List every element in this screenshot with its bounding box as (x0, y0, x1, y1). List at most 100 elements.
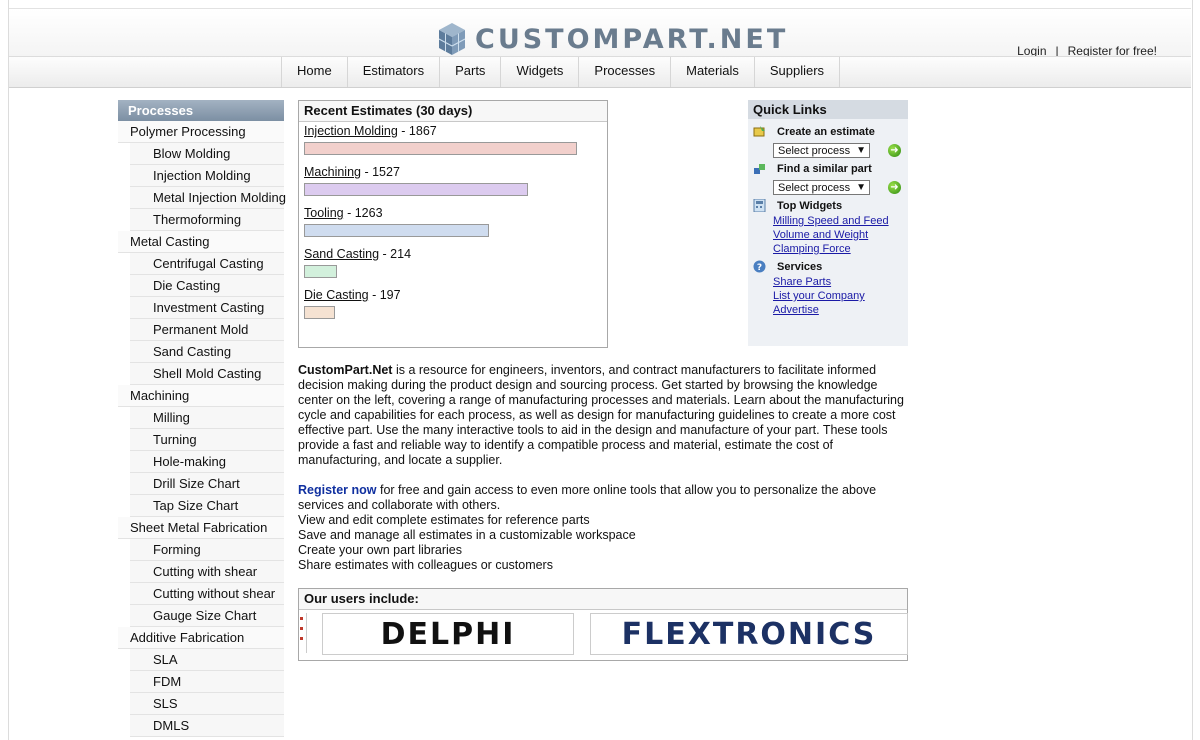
benefit-item: View and edit complete estimates for ref… (298, 513, 590, 527)
sidebar-item-sheet-metal-fabrication[interactable]: Sheet Metal Fabrication (118, 517, 284, 539)
service-link-share[interactable]: Share Parts (773, 276, 831, 288)
delphi-logo[interactable]: DELPHI (322, 613, 574, 655)
recent-estimates-title: Recent Estimates (30 days) (299, 101, 607, 122)
create-estimate-icon (753, 126, 765, 137)
intro-paragraph: CustomPart.Net is a resource for enginee… (298, 363, 908, 468)
estimate-link[interactable]: Tooling (304, 206, 344, 220)
estimate-row: Die Casting - 197 (304, 288, 401, 302)
service-link-advertise[interactable]: Advertise (773, 304, 819, 316)
estimate-count: 214 (390, 247, 412, 261)
users-include-title: Our users include: (299, 589, 907, 610)
estimate-link[interactable]: Die Casting (304, 288, 369, 302)
nav-bar: Home Estimators Parts Widgets Processes Mater… (9, 56, 1191, 88)
nav-item-parts[interactable]: Parts (440, 57, 502, 87)
intro-section: CustomPart.Net is a resource for enginee… (298, 363, 908, 573)
site-header: CUSTOMPART.NET Login | Register for free! (9, 8, 1191, 59)
estimate-bar (304, 306, 335, 319)
sidebar-item-gauge-size-chart[interactable]: Gauge Size Chart (130, 605, 284, 627)
register-text: for free and gain access to even more on… (298, 483, 877, 512)
intro-text: is a resource for engineers, inventors, … (298, 363, 904, 467)
top-widgets-label: Top Widgets (777, 199, 843, 212)
delphi-logo-text: DELPHI (380, 616, 516, 652)
sidebar-item-metal-casting[interactable]: Metal Casting (118, 231, 284, 253)
flextronics-logo-text: FLEXTRONICS (621, 616, 877, 652)
sidebar-item-cutting-without-shear[interactable]: Cutting without shear (130, 583, 284, 605)
sidebar-item-investment-casting[interactable]: Investment Casting (130, 297, 284, 319)
estimate-row: Sand Casting - 214 (304, 247, 412, 261)
sidebar-item-shell-mold-casting[interactable]: Shell Mold Casting (130, 363, 284, 385)
sidebar-item-turning[interactable]: Turning (130, 429, 284, 451)
sidebar-item-machining[interactable]: Machining (118, 385, 284, 407)
nav-item-processes[interactable]: Processes (579, 57, 672, 87)
estimate-row: Tooling - 1263 (304, 206, 383, 220)
sidebar-item-polymer-processing[interactable]: Polymer Processing (118, 121, 284, 143)
estimate-link[interactable]: Machining (304, 165, 361, 179)
estimate-count: 197 (379, 288, 401, 302)
sidebar-item-sls[interactable]: SLS (130, 693, 284, 715)
sidebar-item-die-casting[interactable]: Die Casting (130, 275, 284, 297)
create-estimate-go-icon[interactable]: ➜ (888, 144, 901, 157)
site-logo[interactable]: CUSTOMPART.NET (437, 19, 788, 59)
sidebar-item-fdm[interactable]: FDM (130, 671, 284, 693)
sidebar-item-dmls[interactable]: DMLS (130, 715, 284, 737)
sidebar-item-injection-molding[interactable]: Injection Molding (130, 165, 284, 187)
estimate-count: 1263 (354, 206, 383, 220)
sidebar-item-sla[interactable]: SLA (130, 649, 284, 671)
create-estimate-select-value: Select process (778, 145, 851, 157)
sidebar-item-thermoforming[interactable]: Thermoforming (130, 209, 284, 231)
widget-link-milling[interactable]: Milling Speed and Feed (773, 215, 889, 227)
flextronics-logo[interactable]: FLEXTRONICS (590, 613, 908, 655)
top-widgets-heading: Top Widgets (753, 199, 842, 212)
register-now-link[interactable]: Register now (298, 483, 377, 497)
main-nav: Home Estimators Parts Widgets Processes Mater… (281, 57, 841, 87)
register-paragraph: Register now for free and gain access to… (298, 483, 908, 513)
estimate-bar (304, 142, 577, 155)
sidebar-item-hole-making[interactable]: Hole-making (130, 451, 284, 473)
find-part-select[interactable]: Select process ▼ (773, 180, 870, 195)
find-part-label: Find a similar part (777, 162, 872, 175)
estimate-row: Machining - 1527 (304, 165, 400, 179)
nav-item-estimators[interactable]: Estimators (348, 57, 441, 87)
sidebar-item-milling[interactable]: Milling (130, 407, 284, 429)
estimate-link[interactable]: Sand Casting (304, 247, 379, 261)
sidebar-item-forming[interactable]: Forming (130, 539, 284, 561)
widget-link-volume[interactable]: Volume and Weight (773, 229, 868, 241)
sidebar-item-centrifugal-casting[interactable]: Centrifugal Casting (130, 253, 284, 275)
create-estimate-select[interactable]: Select process ▼ (773, 143, 870, 158)
recent-estimates-panel: Recent Estimates (30 days) Injection Mol… (298, 100, 608, 348)
estimate-bar (304, 224, 489, 237)
find-part-heading: Find a similar part (753, 162, 872, 175)
benefit-item: Share estimates with colleagues or custo… (298, 558, 553, 572)
find-part-icon (754, 164, 765, 174)
estimate-bar (304, 265, 337, 278)
quick-links-panel: Quick Links Create an estimate Select pr… (748, 100, 908, 346)
nav-item-home[interactable]: Home (282, 57, 348, 87)
sidebar-item-blow-molding[interactable]: Blow Molding (130, 143, 284, 165)
chevron-down-icon: ▼ (856, 182, 866, 193)
sidebar-item-additive-fabrication[interactable]: Additive Fabrication (118, 627, 284, 649)
estimate-link[interactable]: Injection Molding (304, 124, 398, 138)
sidebar-item-permanent-mold[interactable]: Permanent Mold (130, 319, 284, 341)
sidebar-item-cutting-with-shear[interactable]: Cutting with shear (130, 561, 284, 583)
services-heading: ? Services (753, 260, 822, 273)
benefit-item: Create your own part libraries (298, 543, 462, 557)
partial-logo (299, 613, 307, 653)
sidebar-item-metal-injection-molding[interactable]: Metal Injection Molding (130, 187, 286, 209)
nav-item-widgets[interactable]: Widgets (501, 57, 580, 87)
service-link-list-company[interactable]: List your Company (773, 290, 865, 302)
chevron-down-icon: ▼ (856, 145, 866, 156)
help-icon: ? (753, 260, 766, 273)
estimate-count: 1867 (408, 124, 437, 138)
sidebar-title: Processes (118, 100, 284, 121)
sidebar-item-drill-size-chart[interactable]: Drill Size Chart (130, 473, 284, 495)
nav-item-suppliers[interactable]: Suppliers (755, 57, 841, 87)
nav-item-materials[interactable]: Materials (671, 57, 755, 87)
svg-text:?: ? (757, 263, 762, 273)
sidebar-list: Polymer Processing Blow Molding Injection … (118, 121, 286, 737)
sidebar-item-tap-size-chart[interactable]: Tap Size Chart (130, 495, 284, 517)
sidebar-item-sand-casting[interactable]: Sand Casting (130, 341, 284, 363)
users-include-panel: Our users include: DELPHI FLEXTRONICS (298, 588, 908, 661)
calculator-icon (753, 199, 766, 212)
find-part-go-icon[interactable]: ➜ (888, 181, 901, 194)
widget-link-clamping[interactable]: Clamping Force (773, 243, 851, 255)
